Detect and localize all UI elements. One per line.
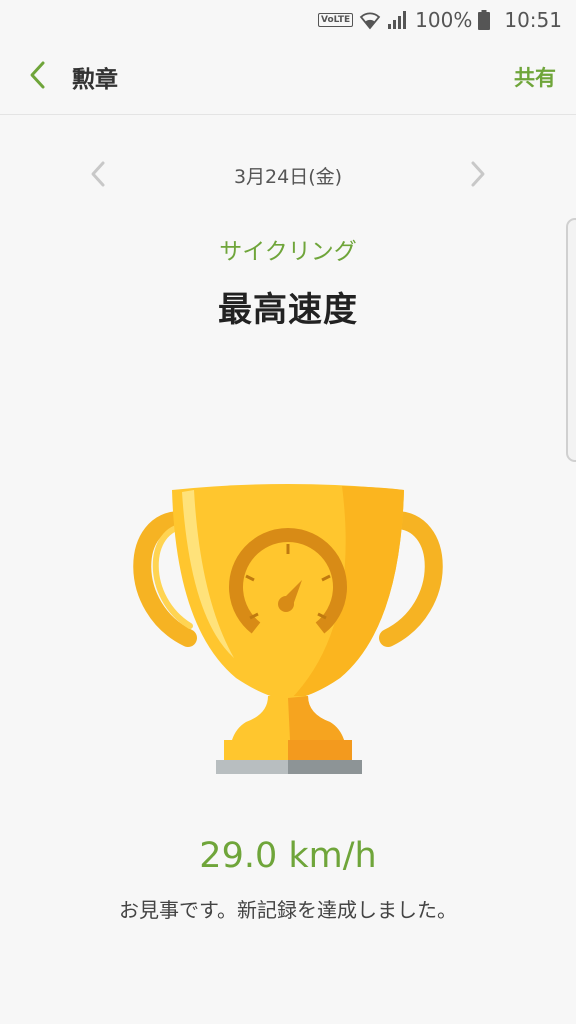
next-date-button[interactable] [460, 158, 496, 194]
clock: 10:51 [504, 8, 562, 32]
badge-detail-screen: VoLTE 100% 10:51 勲章 共有 3月24日(金) サイクリング 最… [0, 0, 576, 1024]
volte-indicator: VoLTE [317, 13, 354, 27]
app-bar: 勲章 共有 [0, 40, 576, 115]
record-message: お見事です。新記録を達成しました。 [119, 898, 457, 922]
edge-panel-handle[interactable] [566, 218, 576, 462]
chevron-right-icon [469, 160, 487, 192]
trophy-speedometer-icon [130, 478, 446, 778]
status-bar: VoLTE 100% 10:51 [0, 0, 576, 40]
chevron-left-icon [28, 60, 48, 94]
battery-percent: 100% [415, 8, 473, 32]
wifi-icon [359, 10, 381, 30]
signal-icon [387, 10, 407, 30]
date-navigator: 3月24日(金) [0, 150, 576, 200]
share-button[interactable]: 共有 [514, 62, 556, 92]
battery-icon [478, 10, 491, 30]
badge-title: 最高速度 [218, 290, 358, 330]
page-title: 勲章 [72, 67, 118, 93]
record-value: 29.0 km/h [199, 836, 377, 876]
back-button[interactable] [6, 40, 70, 114]
badge-category: サイクリング [219, 239, 357, 265]
